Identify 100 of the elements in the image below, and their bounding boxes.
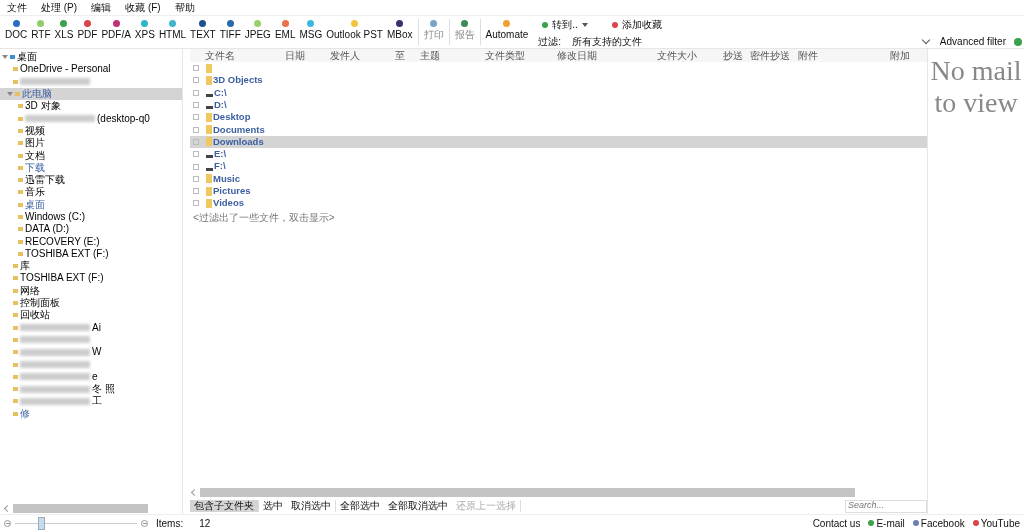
slider-thumb[interactable] [37,516,45,530]
scrollbar-thumb[interactable] [200,487,855,497]
tree-item[interactable]: 冬 照 [0,383,182,396]
file-row[interactable]: Videos [190,197,927,210]
column-header[interactable]: 文件类型 [485,48,557,63]
column-header[interactable]: 文件名 [190,48,285,63]
tree-item[interactable]: e [0,370,182,383]
file-row[interactable]: F:\ [190,160,927,173]
column-header[interactable]: 修改日期 [557,48,657,63]
menu-item[interactable]: 文件 [7,0,27,15]
tree-item[interactable]: 桌面 [0,51,182,64]
tree-item[interactable]: (desktop-q0 [0,112,182,125]
selection-button[interactable]: 选中 [259,500,287,512]
tree-item[interactable]: W [0,346,182,359]
tree-item[interactable]: 迅雷下载 [0,173,182,187]
column-header[interactable]: 附加 [890,48,914,63]
column-header[interactable]: 至 [395,48,420,63]
checkbox[interactable] [193,89,199,96]
selection-button[interactable]: 取消选中 [287,500,335,512]
export-button[interactable]: DOC [3,19,30,41]
checkbox[interactable] [193,65,199,72]
export-button[interactable]: XPS [132,19,157,41]
toolbar-button[interactable]: 报告 [452,19,477,41]
goto-button[interactable]: 转到.. [538,19,592,31]
file-row[interactable]: Downloads [190,135,927,149]
checkbox[interactable] [193,175,199,182]
column-header[interactable]: 发件人 [330,48,395,63]
file-row[interactable]: Music [190,172,927,185]
tree-item[interactable]: RECOVERY (E:) [0,235,182,248]
export-button[interactable]: RTF [29,19,53,41]
checkbox[interactable] [193,102,199,109]
column-header[interactable]: 主题 [420,48,485,63]
tree-item[interactable]: OneDrive - Personal [0,63,182,76]
selection-button[interactable]: 全部选中 [336,500,384,512]
filter-dropdown[interactable]: 所有支持的文件 [569,34,932,49]
tree-item[interactable]: 视频 [0,124,182,138]
tree-item[interactable]: 控制面板 [0,296,182,310]
column-header[interactable]: 抄送 [723,48,750,63]
file-row[interactable]: Desktop [190,111,927,124]
tree-item[interactable]: 工 [0,395,182,408]
checkbox[interactable] [193,114,199,121]
file-row[interactable]: E:\ [190,148,927,161]
tree-item[interactable]: 文档 [0,149,182,162]
column-header[interactable]: 日期 [285,48,330,63]
column-header[interactable]: 密件抄送 [750,48,798,63]
tree-item[interactable]: 修 [0,407,182,420]
export-button[interactable]: XLS [52,19,76,41]
tree-item[interactable]: Ai [0,321,182,334]
column-header[interactable]: 文件大小 [657,48,723,63]
social-link[interactable]: YouTube [980,515,1020,531]
menu-item[interactable]: 收藏 (F) [125,0,161,15]
add-favorite-button[interactable]: 添加收藏 [607,19,666,31]
checkbox[interactable] [193,126,199,133]
checkbox[interactable] [193,138,199,145]
checkbox[interactable] [193,188,199,195]
scrollbar-thumb[interactable] [13,503,148,513]
export-button[interactable]: EML [272,19,298,41]
column-header[interactable]: 附件 [798,48,890,63]
export-button[interactable]: TIFF [217,19,243,41]
menu-item[interactable]: 编辑 [91,0,112,15]
tree-item[interactable]: TOSHIBA EXT (F:) [0,247,182,261]
tree-item[interactable]: 3D 对象 [0,100,182,113]
search-field[interactable]: Search... [845,499,927,513]
export-button[interactable]: TEXT [188,19,218,41]
export-button[interactable]: PDF/A [99,19,133,41]
toolbar-button[interactable]: 打印 [421,19,446,41]
tree-item[interactable]: 音乐 [0,186,182,199]
checkbox[interactable] [193,151,199,158]
tree-item[interactable]: 此电脑 [0,87,182,101]
advanced-filter-link[interactable]: Advanced filter [939,34,1006,49]
menu-item[interactable]: 帮助 [174,0,195,15]
export-button[interactable]: Automate [483,19,531,41]
menu-item[interactable]: 处理 (P) [41,0,78,15]
tree-item[interactable]: Windows (C:) [0,210,182,224]
file-row[interactable]: D:\ [190,98,927,112]
tree-item[interactable]: 库 [0,260,182,273]
export-button[interactable]: Outlook PST [324,19,385,41]
social-link[interactable]: Facebook [920,515,965,531]
tree-item[interactable]: TOSHIBA EXT (F:) [0,272,182,285]
export-button[interactable]: PDF [75,19,100,41]
tree-item[interactable]: 图片 [0,137,182,150]
file-row[interactable]: Documents [190,123,927,136]
checkbox[interactable] [193,200,199,207]
export-button[interactable]: HTML [156,19,189,41]
export-button[interactable]: JPEG [242,19,273,41]
file-row[interactable]: C:\ [190,86,927,99]
tree-item[interactable]: DATA (D:) [0,223,182,236]
social-link[interactable]: E-mail [876,515,905,531]
tree-item[interactable]: 回收站 [0,309,182,322]
selection-button[interactable]: 全部取消选中 [384,500,452,512]
export-button[interactable]: MBox [384,19,415,41]
file-row[interactable]: Pictures [190,184,927,198]
checkbox[interactable] [193,77,199,84]
selection-button[interactable]: 包含子文件夹 [190,500,258,512]
tree-item[interactable]: 下载 [0,161,182,174]
checkbox[interactable] [193,163,199,170]
tree-item[interactable]: 网络 [0,284,182,297]
export-button[interactable]: MSG [297,19,325,41]
contact-link[interactable]: Contact us [812,515,861,531]
file-row[interactable]: 3D Objects [190,74,927,87]
